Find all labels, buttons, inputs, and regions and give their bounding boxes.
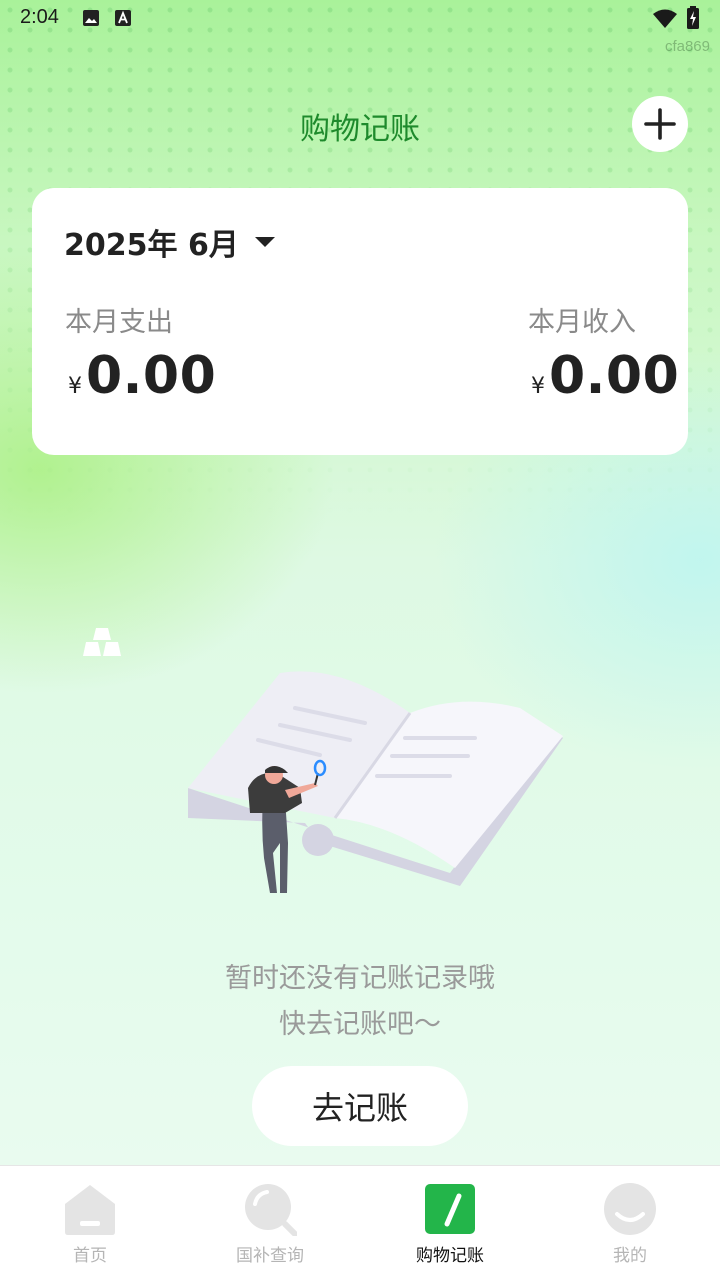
- nav-item-subsidy-query[interactable]: 国补查询: [180, 1166, 360, 1280]
- income-amount: ¥ 0.00: [531, 346, 679, 406]
- caret-down-icon: [254, 237, 275, 247]
- device-watermark: cfa869: [664, 38, 710, 55]
- nav-item-shopping-ledger[interactable]: 购物记账: [360, 1166, 540, 1280]
- expense-label: 本月支出: [65, 307, 173, 338]
- empty-book-illustration: [83, 628, 563, 893]
- empty-message-line2: 快去记账吧～: [279, 1009, 441, 1040]
- blocks-icon: [83, 628, 121, 656]
- font-icon: [115, 10, 131, 26]
- image-icon: [83, 10, 99, 26]
- income-value: 0.00: [549, 346, 680, 406]
- expense-amount: ¥ 0.00: [68, 346, 216, 406]
- add-record-button[interactable]: [632, 96, 688, 152]
- monthly-summary-card: 2025年 6月 本月支出 ¥ 0.00 本月收入 ¥ 0.00: [32, 188, 688, 455]
- income-label: 本月收入: [528, 307, 636, 338]
- edit-icon: [425, 1184, 475, 1234]
- status-bar: 2:04: [0, 0, 720, 36]
- go-record-button[interactable]: 去记账: [252, 1066, 468, 1146]
- nav-label-profile: 我的: [613, 1246, 647, 1266]
- home-icon: [65, 1185, 115, 1235]
- nav-label-shopping-ledger: 购物记账: [416, 1246, 484, 1266]
- search-icon: [245, 1184, 297, 1236]
- battery-charging-icon: [687, 6, 699, 29]
- nav-item-home[interactable]: 首页: [0, 1166, 180, 1280]
- bottom-nav: 首页 国补查询 购物记账 我的: [0, 1165, 720, 1280]
- expense-currency: ¥: [68, 374, 82, 399]
- profile-icon: [604, 1183, 656, 1235]
- empty-message-line1: 暂时还没有记账记录哦: [225, 963, 495, 994]
- nav-label-home: 首页: [73, 1246, 107, 1266]
- status-time: 2:04: [20, 6, 59, 28]
- month-selector[interactable]: 2025年 6月: [64, 220, 275, 264]
- expense-value: 0.00: [86, 346, 217, 406]
- month-label: 2025年 6月: [64, 228, 239, 263]
- nav-item-profile[interactable]: 我的: [540, 1166, 720, 1280]
- nav-label-subsidy-query: 国补查询: [236, 1246, 304, 1266]
- plus-icon: [644, 108, 676, 140]
- income-currency: ¥: [531, 374, 545, 399]
- wifi-icon: [653, 9, 677, 28]
- page-title: 购物记账: [300, 112, 420, 147]
